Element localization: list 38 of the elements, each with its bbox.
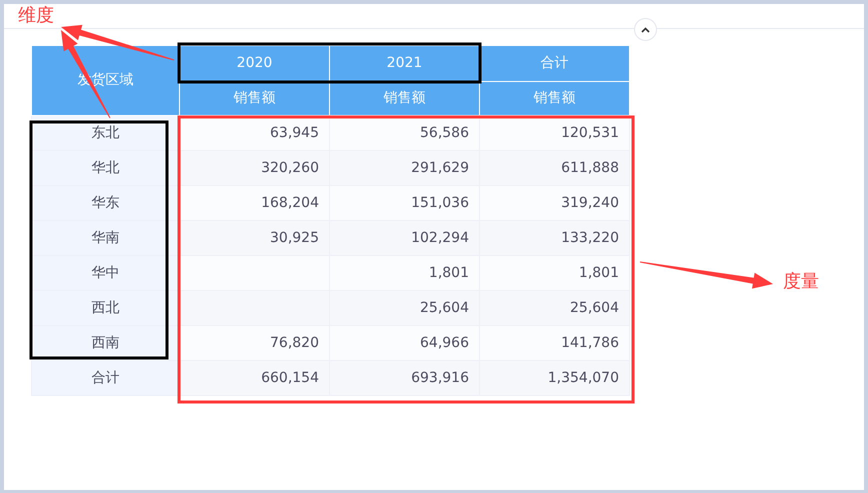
table-cell: 151,036 bbox=[330, 186, 480, 220]
row-header: 华东 bbox=[32, 186, 180, 220]
table-cell: 63,945 bbox=[180, 116, 330, 150]
row-header: 华南 bbox=[32, 220, 180, 256]
table-cell: 1,801 bbox=[330, 256, 480, 290]
table-cell: 25,604 bbox=[330, 290, 480, 326]
row-header: 华北 bbox=[32, 150, 180, 186]
table-cell: 76,820 bbox=[180, 326, 330, 360]
row-header: 合计 bbox=[32, 360, 180, 396]
table-cell: 168,204 bbox=[180, 186, 330, 220]
table-cell: 660,154 bbox=[180, 360, 330, 396]
table-cell: 141,786 bbox=[480, 326, 630, 360]
collapse-button[interactable] bbox=[634, 18, 657, 41]
column-header: 销售额 bbox=[180, 82, 330, 116]
annotation-label: 度量 bbox=[783, 273, 819, 291]
table-cell: 291,629 bbox=[330, 150, 480, 186]
column-header: 销售额 bbox=[480, 82, 630, 116]
table-cell: 120,531 bbox=[480, 116, 630, 150]
table-cell: 693,916 bbox=[330, 360, 480, 396]
column-header: 合计 bbox=[480, 46, 630, 82]
table-cell: 611,888 bbox=[480, 150, 630, 186]
column-header: 2020 bbox=[180, 46, 330, 82]
column-header: 销售额 bbox=[330, 82, 480, 116]
table-cell: 320,260 bbox=[180, 150, 330, 186]
table-cell: 133,220 bbox=[480, 220, 630, 256]
table-cell: 56,586 bbox=[330, 116, 480, 150]
column-header: 2021 bbox=[330, 46, 480, 82]
table-cell: 25,604 bbox=[480, 290, 630, 326]
row-header: 华中 bbox=[32, 256, 180, 290]
table-cell: 64,966 bbox=[330, 326, 480, 360]
annotation-label: 维度 bbox=[18, 7, 54, 25]
table-cell: 102,294 bbox=[330, 220, 480, 256]
table-cell: 319,240 bbox=[480, 186, 630, 220]
table-cell: 1,801 bbox=[480, 256, 630, 290]
table-cell: 30,925 bbox=[180, 220, 330, 256]
table-cell: 1,354,070 bbox=[480, 360, 630, 396]
collapse-icon bbox=[641, 26, 650, 32]
row-header: 西北 bbox=[32, 290, 180, 326]
